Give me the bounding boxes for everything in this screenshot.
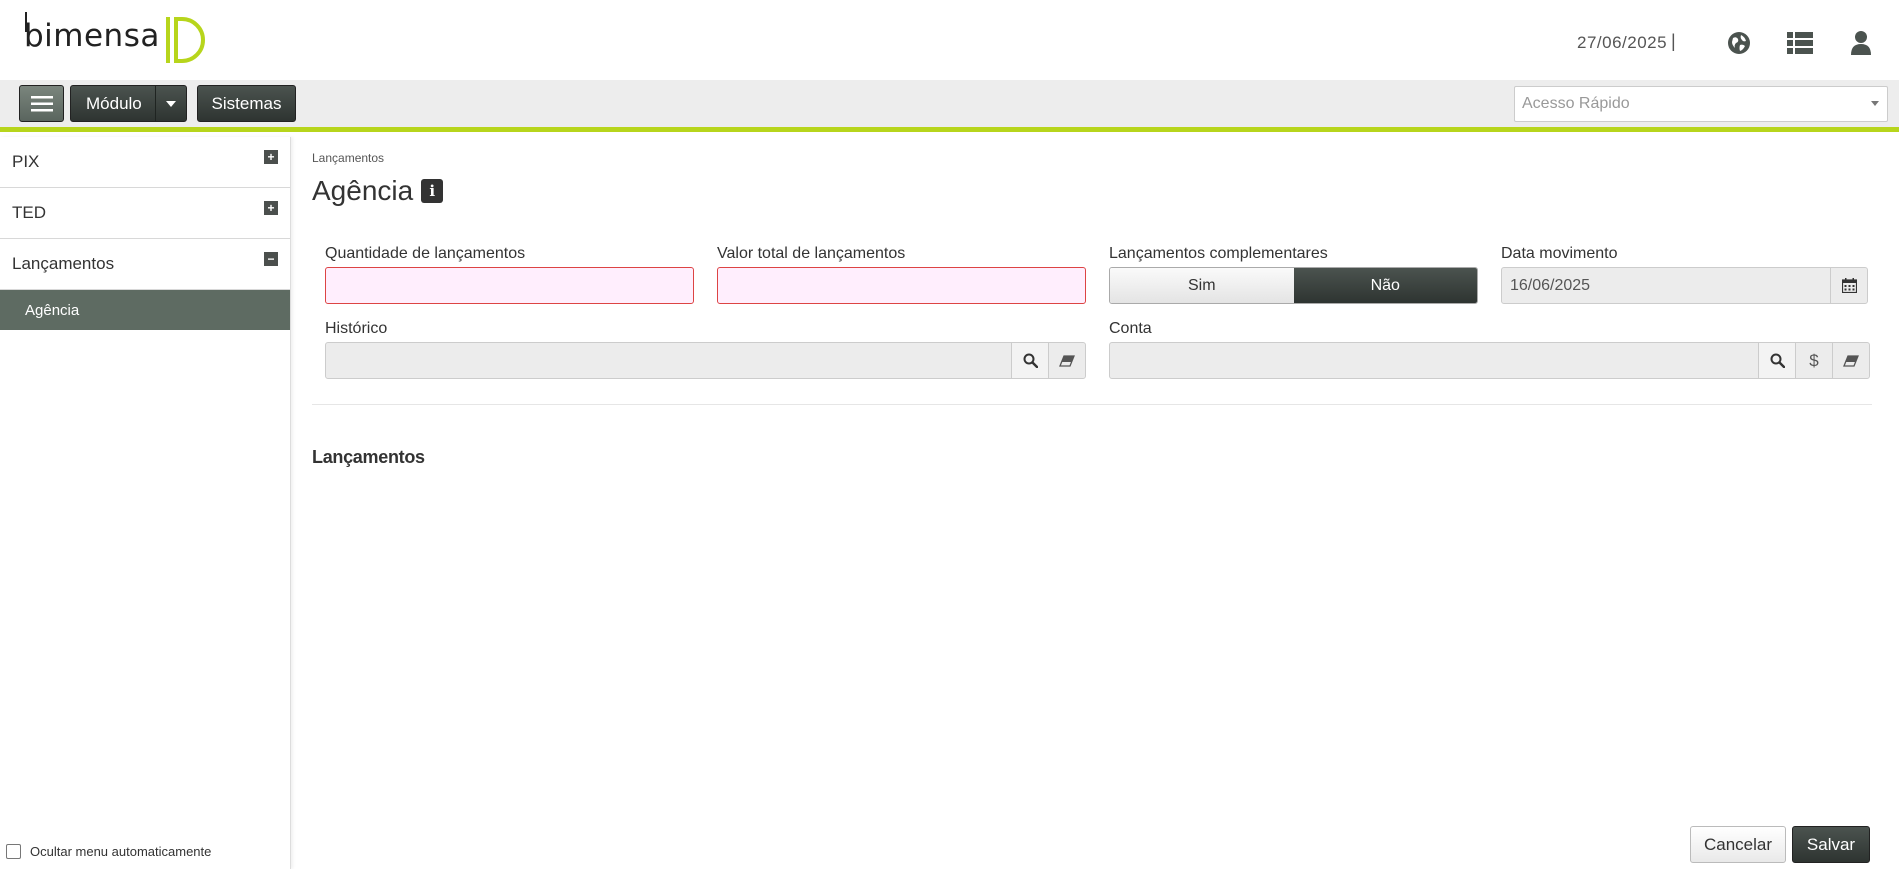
logo-text: bimensa <box>24 12 160 54</box>
sidebar-item-label: PIX <box>12 152 40 171</box>
cancel-button[interactable]: Cancelar <box>1690 826 1786 863</box>
conta-field[interactable]: $ <box>1109 342 1870 379</box>
main-toolbar: Módulo Sistemas <box>0 80 1899 132</box>
auto-hide-option[interactable]: Ocultar menu automaticamente <box>6 844 211 859</box>
section-divider <box>312 404 1872 405</box>
header-separator: | <box>1671 31 1676 51</box>
list-icon[interactable] <box>1787 30 1813 56</box>
globe-icon[interactable] <box>1726 30 1752 56</box>
eraser-icon[interactable] <box>1832 343 1869 378</box>
header-date: 27/06/2025 <box>1577 33 1668 52</box>
main-content: Lançamentos Agência i Quantidade de lanç… <box>312 137 1872 869</box>
page-title-text: Agência <box>312 175 414 206</box>
quantidade-field[interactable] <box>325 267 694 304</box>
sidebar-item-pix[interactable]: PIX + <box>0 137 290 188</box>
valor-label: Valor total de lançamentos <box>717 245 906 262</box>
chevron-down-icon <box>1871 101 1879 106</box>
user-icon[interactable] <box>1848 30 1874 56</box>
expand-plus-icon[interactable]: + <box>264 201 278 215</box>
data-movimento-input[interactable] <box>1502 268 1832 303</box>
valor-field[interactable] <box>717 267 1086 304</box>
info-icon[interactable]: i <box>421 179 444 203</box>
data-movimento-field[interactable] <box>1501 267 1868 304</box>
calendar-icon[interactable] <box>1830 268 1867 303</box>
sidebar-item-ted[interactable]: TED + <box>0 188 290 239</box>
breadcrumb[interactable]: Lançamentos <box>312 151 384 165</box>
data-movimento-label: Data movimento <box>1501 245 1618 262</box>
search-icon[interactable] <box>1758 343 1795 378</box>
option-sim[interactable]: Sim <box>1110 268 1294 303</box>
quick-access-select[interactable] <box>1514 86 1888 122</box>
valor-input[interactable] <box>718 268 1085 303</box>
conta-input[interactable] <box>1110 343 1758 378</box>
sidebar-item-lancamentos[interactable]: Lançamentos − <box>0 239 290 290</box>
section-title-lancamentos: Lançamentos <box>312 447 425 467</box>
quick-access-input[interactable] <box>1515 87 1887 121</box>
caret-down-icon[interactable] <box>155 86 186 121</box>
conta-label: Conta <box>1109 320 1152 337</box>
historico-label: Histórico <box>325 320 388 337</box>
currency-icon[interactable]: $ <box>1795 343 1832 378</box>
expand-plus-icon[interactable]: + <box>264 150 278 164</box>
app-header: bimensa 27/06/2025 | <box>0 0 1899 80</box>
historico-input[interactable] <box>326 343 1011 378</box>
sidebar: PIX + TED + Lançamentos − Agência Oculta… <box>0 137 291 869</box>
eraser-icon[interactable] <box>1048 343 1085 378</box>
logo-mark-icon <box>165 17 205 63</box>
sidebar-item-label: Lançamentos <box>12 254 115 273</box>
sistemas-button[interactable]: Sistemas <box>197 85 296 122</box>
page-title: Agência i <box>312 175 444 207</box>
modulo-label: Módulo <box>86 93 142 113</box>
complementares-toggle[interactable]: Sim Não <box>1109 267 1478 304</box>
historico-field[interactable] <box>325 342 1086 379</box>
search-icon[interactable] <box>1011 343 1048 378</box>
complementares-label: Lançamentos complementares <box>1109 245 1328 262</box>
sidebar-subitem-agencia[interactable]: Agência <box>0 290 290 330</box>
save-button[interactable]: Salvar <box>1792 826 1870 863</box>
auto-hide-checkbox[interactable] <box>6 844 21 859</box>
sidebar-item-label: TED <box>12 203 46 222</box>
quantidade-input[interactable] <box>326 268 693 303</box>
hamburger-menu-button[interactable] <box>19 85 64 122</box>
quantidade-label: Quantidade de lançamentos <box>325 245 526 262</box>
hamburger-icon <box>30 95 53 111</box>
option-nao[interactable]: Não <box>1293 268 1477 303</box>
modulo-button[interactable]: Módulo <box>70 85 187 122</box>
bimensa-logo[interactable]: bimensa <box>24 12 210 66</box>
collapse-minus-icon[interactable]: − <box>264 252 278 266</box>
auto-hide-label: Ocultar menu automaticamente <box>30 844 212 859</box>
